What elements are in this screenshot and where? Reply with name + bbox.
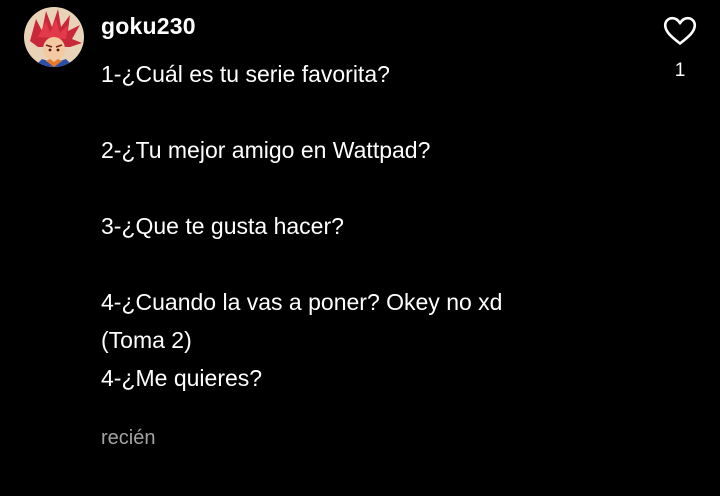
comment-item: goku230 1-¿Cuál es tu serie favorita? 2-… <box>0 0 720 496</box>
comment-line: 4-¿Cuando la vas a poner? Okey no xd <box>101 289 503 315</box>
avatar[interactable] <box>24 7 84 67</box>
like-count: 1 <box>674 60 686 81</box>
comment-timestamp: recién <box>101 427 156 449</box>
comment-line: (Toma 2) <box>101 327 192 353</box>
comment-line <box>101 169 621 207</box>
like-button[interactable] <box>660 12 700 50</box>
comment-line: 2-¿Tu mejor amigo en Wattpad? <box>101 137 431 163</box>
comment-line <box>101 245 621 283</box>
comment-line: 4-¿Me quieres? <box>101 365 263 391</box>
comment-body: 1-¿Cuál es tu serie favorita? 2-¿Tu mejo… <box>101 55 621 397</box>
comment-line: 1-¿Cuál es tu serie favorita? <box>101 61 390 87</box>
comment-author[interactable]: goku230 <box>101 8 196 44</box>
avatar-image <box>24 7 84 67</box>
heart-outline-icon <box>663 16 697 45</box>
comment-line <box>101 93 621 131</box>
comment-line: 3-¿Que te gusta hacer? <box>101 213 344 239</box>
